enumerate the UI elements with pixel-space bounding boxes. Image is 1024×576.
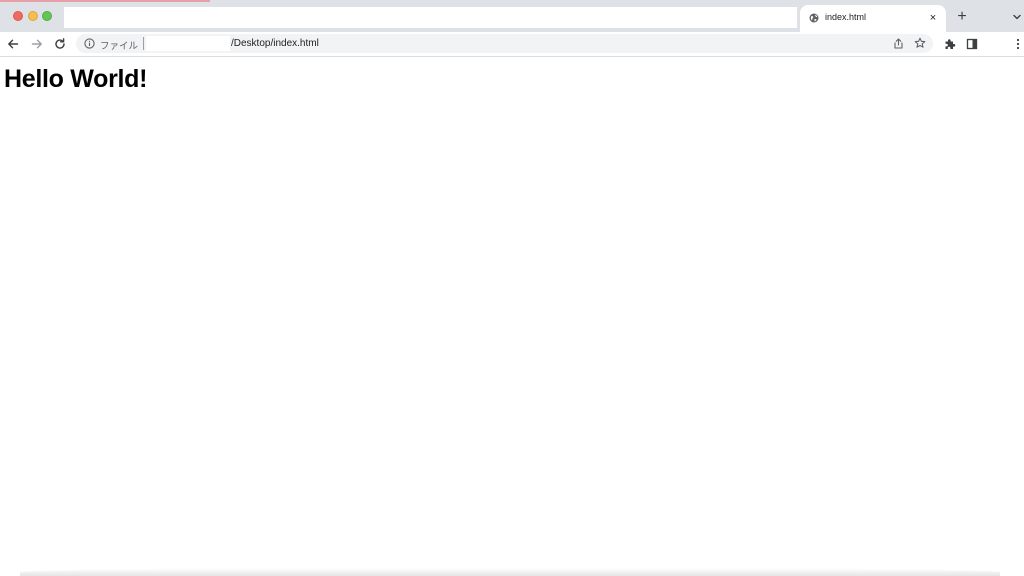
window-shadow (20, 568, 1000, 576)
kebab-menu-icon[interactable] (1011, 37, 1024, 51)
star-icon[interactable] (914, 37, 926, 49)
tab-index-html[interactable]: index.html × (800, 5, 946, 32)
page-content: Hello World! (0, 57, 1024, 576)
globe-icon (809, 13, 819, 23)
window-zoom-button[interactable] (42, 11, 52, 21)
tab-strip: index.html × + (0, 0, 1024, 32)
page-heading: Hello World! (4, 65, 148, 93)
url-separator (143, 37, 144, 50)
redacted-path (146, 36, 230, 51)
new-tab-button[interactable]: + (954, 9, 970, 25)
address-bar[interactable]: ファイル /Desktop/index.html (76, 34, 933, 53)
tab-close-icon[interactable]: × (927, 12, 939, 24)
share-icon[interactable] (893, 38, 904, 49)
window-close-button[interactable] (13, 11, 23, 21)
side-panel-icon[interactable] (965, 37, 979, 51)
tab-strip-accent (0, 0, 210, 2)
reload-icon[interactable] (53, 37, 67, 51)
arrow-right-icon[interactable] (30, 37, 44, 51)
puzzle-icon[interactable] (943, 37, 957, 51)
chevron-down-icon[interactable] (1011, 11, 1023, 23)
arrow-left-icon[interactable] (6, 37, 20, 51)
url-scheme-label: ファイル (100, 41, 139, 52)
tab-title: index.html (825, 12, 867, 22)
window-minimize-button[interactable] (28, 11, 38, 21)
toolbar: ファイル /Desktop/index.html (0, 32, 1024, 57)
info-icon[interactable] (84, 38, 95, 49)
redacted-area (64, 7, 797, 28)
browser-window: index.html × + ファイル /Desktop/index.html … (0, 0, 1024, 576)
url-text[interactable]: /Desktop/index.html (231, 38, 319, 49)
